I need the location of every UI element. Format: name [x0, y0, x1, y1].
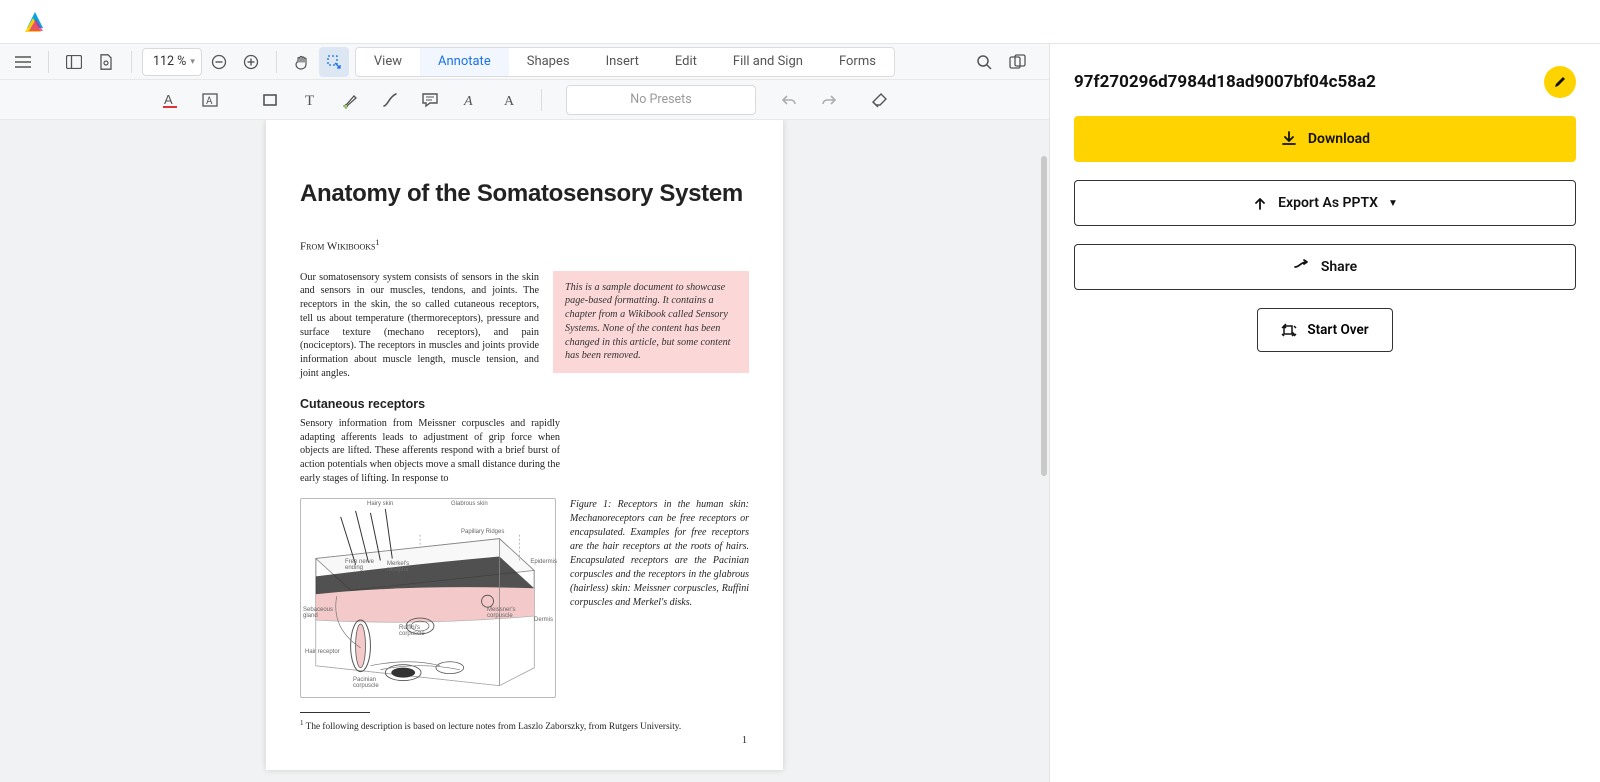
pdf-page: Anatomy of the Somatosensory System From…: [266, 120, 783, 770]
doc-subheading: Cutaneous receptors: [300, 397, 749, 411]
doc-para-2: Sensory information from Meissner corpus…: [300, 417, 560, 486]
underline-tool-icon[interactable]: A: [153, 83, 187, 117]
chevron-down-icon: ▼: [1388, 198, 1398, 209]
upload-icon: [1252, 195, 1268, 211]
preset-select[interactable]: No Presets: [566, 85, 756, 115]
download-icon: [1280, 130, 1298, 148]
doc-source: From Wikibooks1: [300, 238, 749, 253]
mode-tabstrip: View Annotate Shapes Insert Edit Fill an…: [355, 47, 895, 77]
pan-tool-icon[interactable]: [287, 47, 317, 77]
svg-text:A: A: [164, 92, 173, 107]
doc-figure-1: Hairy skin Glabrous skin Papillary Ridge…: [300, 498, 556, 698]
scrollbar-thumb[interactable]: [1041, 156, 1047, 476]
doc-info-box: This is a sample document to showcase pa…: [553, 271, 749, 374]
doc-heading: Anatomy of the Somatosensory System: [300, 180, 749, 208]
eraser-tool-icon[interactable]: [862, 83, 896, 117]
rectangle-tool-icon[interactable]: [253, 83, 287, 117]
svg-text:T: T: [305, 93, 314, 109]
select-tool-icon[interactable]: [319, 47, 349, 77]
svg-text:A: A: [504, 94, 515, 109]
app-logo: [24, 10, 46, 34]
tab-shapes[interactable]: Shapes: [509, 48, 588, 76]
share-icon: [1293, 259, 1311, 275]
panel-toggle-icon[interactable]: [59, 47, 89, 77]
download-button[interactable]: Download: [1074, 116, 1576, 162]
menu-icon[interactable]: [8, 47, 38, 77]
svg-text:A: A: [206, 96, 213, 107]
doc-footnote: 1 The following description is based on …: [300, 719, 749, 732]
text-tool-icon[interactable]: T: [293, 83, 327, 117]
tab-annotate[interactable]: Annotate: [420, 48, 509, 76]
tab-fillsign[interactable]: Fill and Sign: [715, 48, 821, 76]
undo-button[interactable]: [772, 83, 806, 117]
zoom-in-button[interactable]: [236, 47, 266, 77]
restart-icon: [1281, 323, 1297, 337]
search-icon[interactable]: [969, 47, 999, 77]
comment-tool-icon[interactable]: [413, 83, 447, 117]
start-over-button[interactable]: Start Over: [1257, 308, 1393, 352]
document-filename: 97f270296d7984d18ad9007bf04c58a2: [1074, 72, 1534, 92]
zoom-out-button[interactable]: [204, 47, 234, 77]
document-canvas[interactable]: Anatomy of the Somatosensory System From…: [0, 120, 1049, 782]
pen-tool-icon[interactable]: [373, 83, 407, 117]
doc-para-1: Our somatosensory system consists of sen…: [300, 271, 539, 381]
share-button[interactable]: Share: [1074, 244, 1576, 290]
zoom-select[interactable]: 112 % ▾: [142, 48, 202, 76]
page-view-icon[interactable]: [91, 47, 121, 77]
page-number: 1: [742, 735, 747, 746]
tab-forms[interactable]: Forms: [821, 48, 894, 76]
highlight-area-tool-icon[interactable]: A: [193, 83, 227, 117]
compare-icon[interactable]: [1003, 47, 1033, 77]
doc-figure-1-caption: Figure 1: Receptors in the human skin: M…: [570, 498, 749, 610]
highlighter-tool-icon[interactable]: [333, 83, 367, 117]
redo-button[interactable]: [812, 83, 846, 117]
svg-text:A: A: [463, 94, 473, 109]
text-style-b-icon[interactable]: A: [493, 83, 527, 117]
export-button[interactable]: Export As PPTX ▼: [1074, 180, 1576, 226]
tab-edit[interactable]: Edit: [657, 48, 715, 76]
tab-insert[interactable]: Insert: [588, 48, 657, 76]
zoom-value: 112 %: [153, 54, 186, 69]
text-style-a-icon[interactable]: A: [453, 83, 487, 117]
chevron-down-icon: ▾: [190, 57, 195, 67]
tab-view[interactable]: View: [356, 48, 420, 76]
rename-button[interactable]: [1544, 66, 1576, 98]
